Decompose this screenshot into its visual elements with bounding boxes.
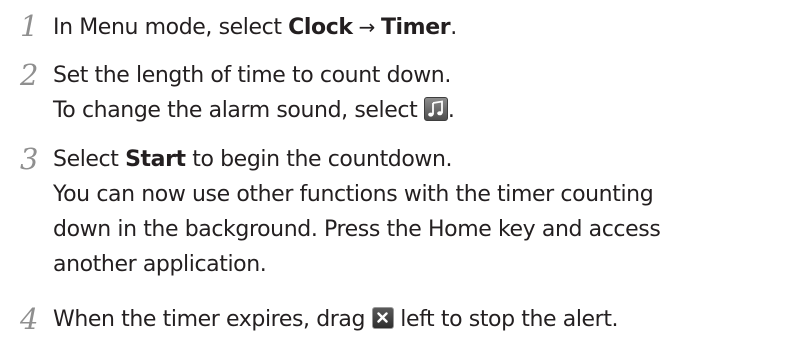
- close-x-icon: [371, 307, 394, 329]
- step-line: another application.: [53, 246, 267, 284]
- step-text: In Menu mode, select: [53, 15, 289, 40]
- step-number: 1: [20, 9, 39, 43]
- start-label: Start: [125, 147, 186, 172]
- music-note-icon: [423, 97, 448, 121]
- instruction-steps: 1 In Menu mode, select Clock → Timer. 2 …: [0, 0, 807, 363]
- step-text: .: [450, 15, 457, 40]
- step-text: You can now use other functions with the…: [53, 182, 654, 207]
- step-text: to begin the countdown.: [185, 147, 453, 172]
- step-text: .: [447, 98, 455, 123]
- step-line: In Menu mode, select Clock → Timer.: [53, 8, 457, 46]
- step-text: Set the length of time to count down.: [53, 63, 451, 88]
- step-line: down in the background. Press the Home k…: [53, 211, 661, 249]
- menu-path-clock: Clock: [288, 15, 353, 40]
- step-line: Select Start to begin the countdown.: [53, 141, 453, 179]
- step-number: 2: [20, 58, 39, 92]
- step-text: When the timer expires, drag: [53, 307, 372, 332]
- step-line: Set the length of time to count down.: [53, 57, 451, 95]
- arrow-glyph: →: [352, 15, 381, 39]
- step-line: To change the alarm sound, select .: [53, 92, 455, 130]
- step-text: another application.: [53, 252, 267, 277]
- step-line: When the timer expires, drag left to sto…: [53, 301, 619, 339]
- step-line: You can now use other functions with the…: [53, 176, 654, 214]
- step-number: 3: [20, 142, 39, 176]
- menu-path-timer: Timer: [380, 15, 451, 40]
- step-text: Select: [53, 147, 126, 172]
- step-text: left to stop the alert.: [393, 307, 619, 332]
- step-number: 4: [20, 302, 39, 336]
- step-text: down in the background. Press the Home k…: [53, 217, 661, 242]
- step-text: To change the alarm sound, select: [53, 98, 424, 123]
